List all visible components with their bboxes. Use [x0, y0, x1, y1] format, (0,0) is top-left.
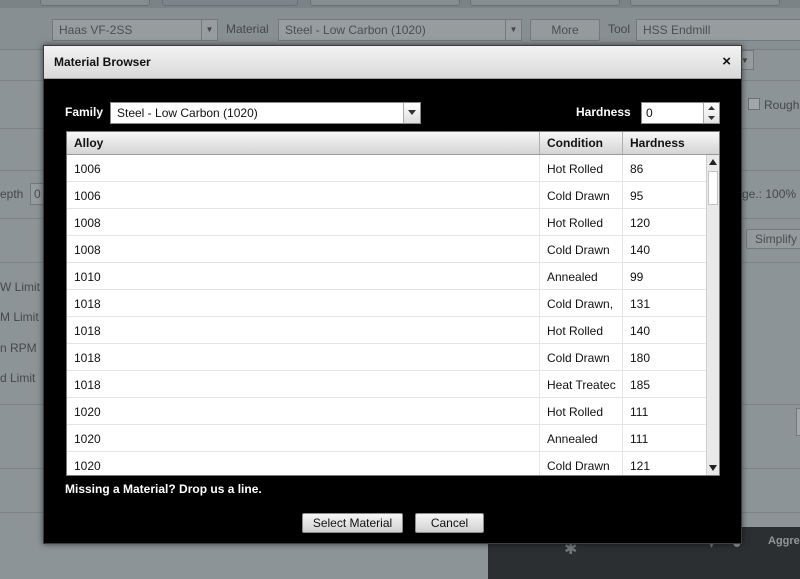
- cell-alloy: 1010: [67, 263, 540, 289]
- cell-condition: Cold Drawn: [540, 236, 623, 262]
- hardness-spinner[interactable]: [641, 102, 720, 124]
- cell-alloy: 1020: [67, 452, 540, 475]
- cell-condition: Hot Rolled: [540, 155, 623, 181]
- cell-condition: Heat Treatec: [540, 371, 623, 397]
- cell-condition: Hot Rolled: [540, 317, 623, 343]
- cell-condition: Hot Rolled: [540, 398, 623, 424]
- scroll-up-icon[interactable]: [707, 155, 719, 169]
- material-browser-dialog: Material Browser × Family Steel - Low Ca…: [43, 45, 742, 544]
- table-row[interactable]: 1020 Hot Rolled 111: [67, 398, 706, 425]
- cell-condition: Annealed: [540, 263, 623, 289]
- cell-hardness: 111: [630, 432, 649, 446]
- column-header-alloy[interactable]: Alloy: [67, 132, 540, 154]
- cell-hardness: 131: [630, 297, 651, 311]
- cell-hardness: 99: [630, 270, 644, 284]
- table-header: Alloy Condition Hardness: [67, 132, 719, 155]
- cell-alloy: 1018: [67, 317, 540, 343]
- cell-alloy: 1018: [67, 371, 540, 397]
- table-row[interactable]: 1018 Hot Rolled 140: [67, 317, 706, 344]
- cell-alloy: 1006: [67, 155, 540, 181]
- cell-condition: Cold Drawn: [540, 182, 623, 208]
- cell-alloy: 1018: [67, 344, 540, 370]
- family-label: Family: [65, 105, 104, 119]
- table-row[interactable]: 1006 Cold Drawn 95: [67, 182, 706, 209]
- table-row[interactable]: 1018 Heat Treatec 185: [67, 371, 706, 398]
- cell-hardness: 111: [630, 405, 649, 419]
- cell-hardness: 120: [630, 216, 651, 230]
- dialog-title: Material Browser: [54, 55, 151, 69]
- scrollbar-thumb[interactable]: [708, 171, 718, 205]
- hardness-label: Hardness: [576, 105, 631, 119]
- cell-alloy: 1006: [67, 182, 540, 208]
- cell-condition: Hot Rolled: [540, 209, 623, 235]
- cell-alloy: 1008: [67, 209, 540, 235]
- cell-hardness: 185: [630, 378, 651, 392]
- select-material-button[interactable]: Select Material: [302, 513, 403, 533]
- cell-condition: Annealed: [540, 425, 623, 451]
- spin-down-icon[interactable]: [704, 113, 719, 123]
- cell-hardness: 95: [630, 189, 644, 203]
- cell-hardness: 121: [630, 459, 651, 473]
- family-select-value: Steel - Low Carbon (1020): [117, 106, 258, 120]
- vertical-scrollbar[interactable]: [706, 155, 719, 475]
- cell-condition: Cold Drawn,: [540, 290, 623, 316]
- family-select[interactable]: Steel - Low Carbon (1020): [110, 102, 421, 124]
- cell-hardness: 140: [630, 324, 651, 338]
- cell-alloy: 1020: [67, 398, 540, 424]
- spin-buttons: [703, 103, 719, 123]
- table-row[interactable]: 1018 Cold Drawn 180: [67, 344, 706, 371]
- column-header-hardness[interactable]: Hardness: [623, 132, 719, 154]
- column-header-condition[interactable]: Condition: [540, 132, 623, 154]
- spin-up-icon[interactable]: [704, 103, 719, 113]
- table-row[interactable]: 1020 Annealed 111: [67, 425, 706, 452]
- table-row[interactable]: 1020 Cold Drawn 121: [67, 452, 706, 475]
- scroll-down-icon[interactable]: [707, 461, 719, 475]
- hardness-input[interactable]: [642, 103, 703, 123]
- dialog-titlebar: Material Browser ×: [44, 46, 741, 79]
- table-row[interactable]: 1008 Hot Rolled 120: [67, 209, 706, 236]
- table-row[interactable]: 1010 Annealed 99: [67, 263, 706, 290]
- cancel-button[interactable]: Cancel: [415, 513, 484, 533]
- cell-alloy: 1018: [67, 290, 540, 316]
- table-row[interactable]: 1018 Cold Drawn, 131: [67, 290, 706, 317]
- close-icon[interactable]: ×: [722, 53, 731, 70]
- chevron-down-icon[interactable]: [403, 103, 420, 123]
- missing-material-link[interactable]: Missing a Material? Drop us a line.: [65, 482, 262, 496]
- cell-alloy: 1020: [67, 425, 540, 451]
- cell-alloy: 1008: [67, 236, 540, 262]
- cell-hardness: 86: [630, 162, 644, 176]
- table-row[interactable]: 1006 Hot Rolled 86: [67, 155, 706, 182]
- materials-table: Alloy Condition Hardness 1006 Hot Rolled…: [66, 131, 720, 476]
- cell-condition: Cold Drawn: [540, 452, 623, 475]
- cell-hardness: 140: [630, 243, 651, 257]
- cell-condition: Cold Drawn: [540, 344, 623, 370]
- cell-hardness: 180: [630, 351, 651, 365]
- table-row[interactable]: 1008 Cold Drawn 140: [67, 236, 706, 263]
